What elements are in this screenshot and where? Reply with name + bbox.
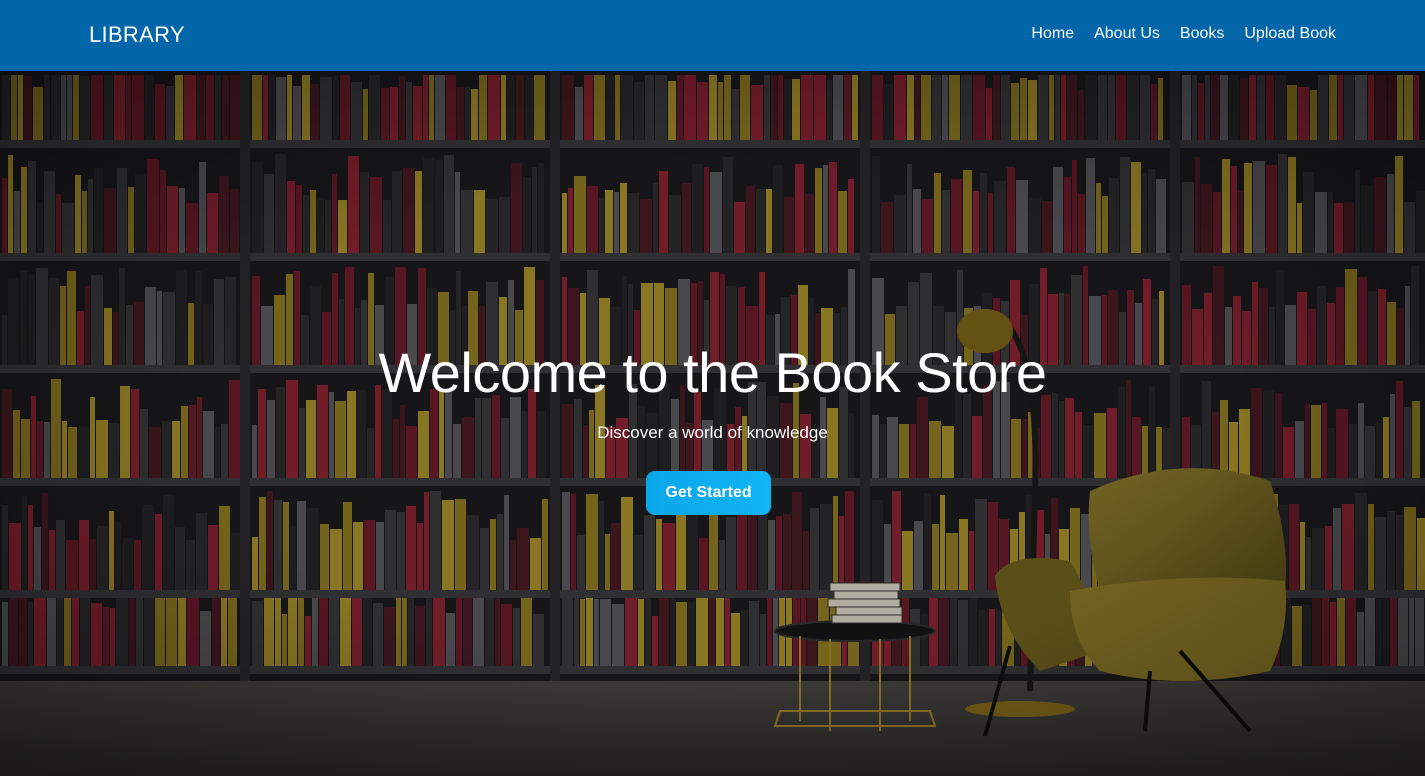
hero-section: Welcome to the Book Store Discover a wor…: [0, 71, 1425, 776]
hero-subtitle: Discover a world of knowledge: [597, 423, 828, 442]
nav-links: Home About Us Books Upload Book: [1031, 25, 1336, 43]
nav-link-home[interactable]: Home: [1031, 25, 1074, 43]
nav-link-books[interactable]: Books: [1180, 25, 1224, 43]
hero-title: Welcome to the Book Store: [378, 341, 1047, 404]
get-started-button[interactable]: Get Started: [646, 471, 771, 515]
nav-link-about-us[interactable]: About Us: [1094, 25, 1160, 43]
hero-content: Welcome to the Book Store Discover a wor…: [0, 341, 1425, 515]
top-navbar: LIBRARY Home About Us Books Upload Book: [0, 0, 1425, 71]
nav-link-upload-book[interactable]: Upload Book: [1244, 25, 1336, 43]
brand-logo-link[interactable]: LIBRARY: [89, 22, 185, 48]
